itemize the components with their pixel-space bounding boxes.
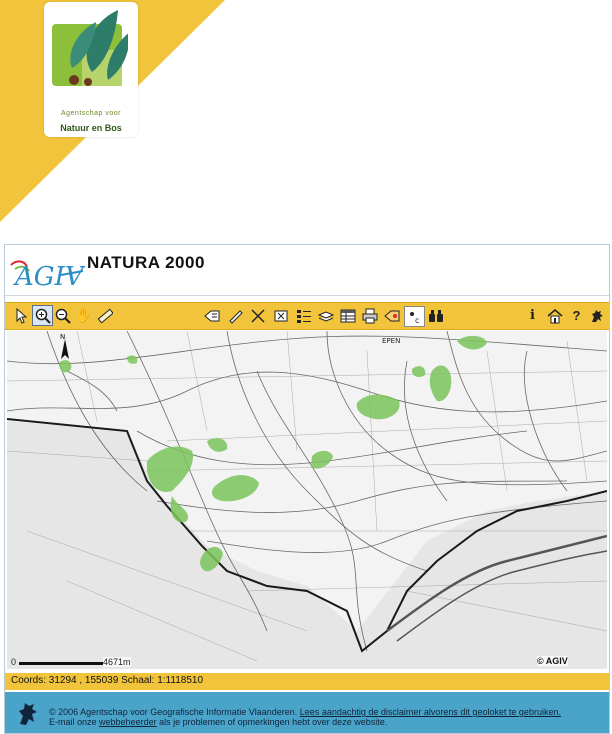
identify-icon[interactable] [202, 306, 221, 325]
svg-text:c: c [415, 316, 419, 325]
disclaimer-link[interactable]: Lees aandachtig de disclaimer alvorens d… [300, 707, 561, 717]
label-icon[interactable]: c [404, 306, 425, 327]
table-icon[interactable] [338, 306, 357, 325]
select-icon[interactable] [11, 306, 30, 325]
flemish-lion-icon [15, 698, 41, 728]
anb-logo[interactable]: Agentschap voor Natuur en Bos [44, 2, 138, 137]
page-title: NATURA 2000 [87, 253, 205, 272]
topographic-map: N EPEN [7, 331, 607, 669]
measure-icon[interactable] [95, 306, 114, 325]
scale-label: 4671m [103, 657, 131, 667]
logo-reflection [44, 140, 138, 170]
scale-zero-label: 0 [11, 657, 17, 667]
binoculars-icon[interactable] [426, 306, 445, 325]
map-viewer-panel: AGIV NATURA 2000 ✋ c i ? N EPEN 0 4671m … [4, 244, 610, 734]
agiv-logo-text: AGIV [13, 262, 85, 291]
print-icon[interactable] [360, 306, 379, 325]
footer: © 2006 Agentschap voor Geografische Info… [5, 692, 609, 733]
info-icon[interactable]: i [523, 306, 542, 325]
map-copyright: © AGIV [537, 656, 568, 666]
zoom-out-icon[interactable] [53, 306, 72, 325]
footer-email-suffix: als je problemen of opmerkingen hebt ove… [156, 717, 388, 727]
layers-icon[interactable] [316, 306, 335, 325]
coords-readout: Coords: 31294 , 155039 Schaal: 1:1118510 [11, 675, 204, 686]
map-toolbar: ✋ c i ? [5, 302, 609, 330]
zoom-in-icon[interactable] [32, 305, 53, 326]
place-label: EPEN [382, 337, 400, 345]
agiv-logo[interactable]: AGIV [9, 251, 85, 291]
title-bar: AGIV NATURA 2000 [5, 245, 609, 296]
svg-text:N: N [60, 333, 65, 341]
map-canvas[interactable]: N EPEN 0 4671m © AGIV [7, 331, 607, 669]
legend-icon[interactable] [294, 306, 313, 325]
highlight-icon[interactable] [382, 306, 401, 325]
webmaster-link[interactable]: webbeheerder [99, 717, 157, 727]
leaf-logo-icon [52, 10, 128, 86]
draw-icon[interactable] [225, 306, 244, 325]
status-bar: Coords: 31294 , 155039 Schaal: 1:1118510 [5, 673, 609, 690]
logo-name: Natuur en Bos [60, 123, 122, 133]
footer-copyright: © 2006 Agentschap voor Geografische Info… [49, 707, 300, 717]
logo-tagline: Agentschap voor [60, 110, 122, 117]
pan-icon[interactable]: ✋ [74, 306, 93, 325]
footer-email-prefix: E-mail onze [49, 717, 100, 727]
edit-icon[interactable] [248, 306, 267, 325]
delete-icon[interactable] [271, 306, 290, 325]
help-icon[interactable]: ? [567, 306, 586, 325]
flemish-lion-icon[interactable] [587, 306, 606, 325]
home-icon[interactable] [545, 306, 564, 325]
